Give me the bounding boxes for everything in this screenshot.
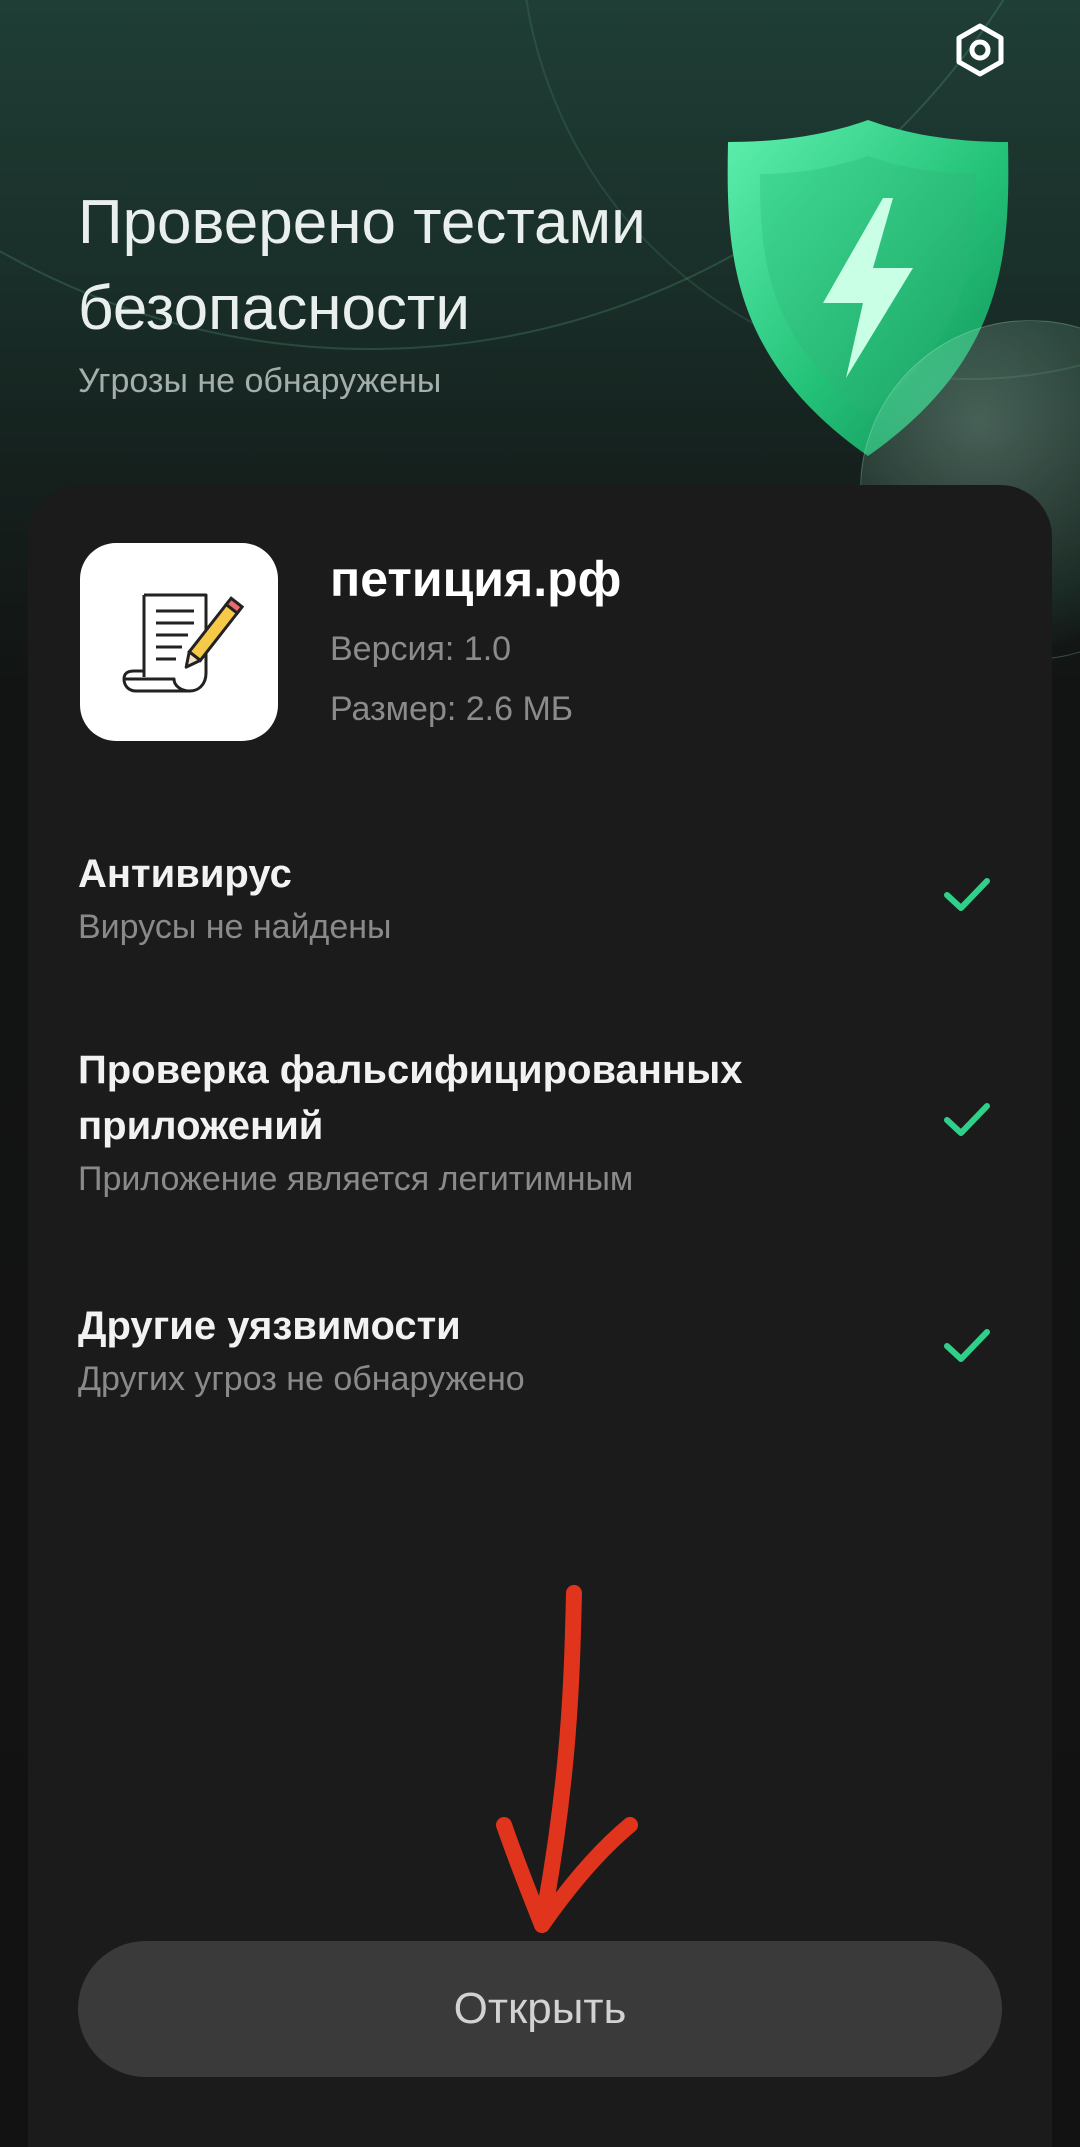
check-icon — [944, 1103, 990, 1136]
check-subtitle: Приложение является легитимным — [78, 1160, 634, 1198]
settings-gear-icon — [956, 23, 1004, 77]
check-subtitle: Других угроз не обнаружено — [78, 1360, 525, 1398]
check-item-antivirus: Антивирус Вирусы не найдены — [78, 846, 998, 947]
check-subtitle: Вирусы не найдены — [78, 908, 392, 946]
app-icon — [80, 543, 278, 741]
check-icon — [944, 1329, 990, 1362]
open-button[interactable]: Открыть — [78, 1941, 1002, 2077]
page-title: Проверено тестами безопасности — [78, 188, 646, 343]
settings-button[interactable] — [948, 18, 1012, 82]
document-pen-icon — [122, 593, 244, 693]
security-scan-screen: Проверено тестами безопасности Угрозы не… — [0, 0, 1080, 2147]
app-size: Размер: 2.6 МБ — [330, 690, 574, 728]
check-item-vulnerabilities: Другие уязвимости Других угроз не обнару… — [78, 1298, 998, 1399]
page-subtitle: Угрозы не обнаружены — [78, 362, 442, 400]
check-title: Проверка фальсифицированных приложений — [78, 1048, 743, 1148]
check-title: Антивирус — [78, 852, 292, 896]
check-item-fake-apps: Проверка фальсифицированных приложений П… — [78, 1042, 998, 1199]
check-icon — [944, 878, 990, 911]
app-name: петиция.рф — [330, 551, 622, 607]
check-title: Другие уязвимости — [78, 1304, 461, 1348]
app-version: Версия: 1.0 — [330, 630, 512, 668]
annotation-arrow-icon — [496, 1585, 638, 1933]
